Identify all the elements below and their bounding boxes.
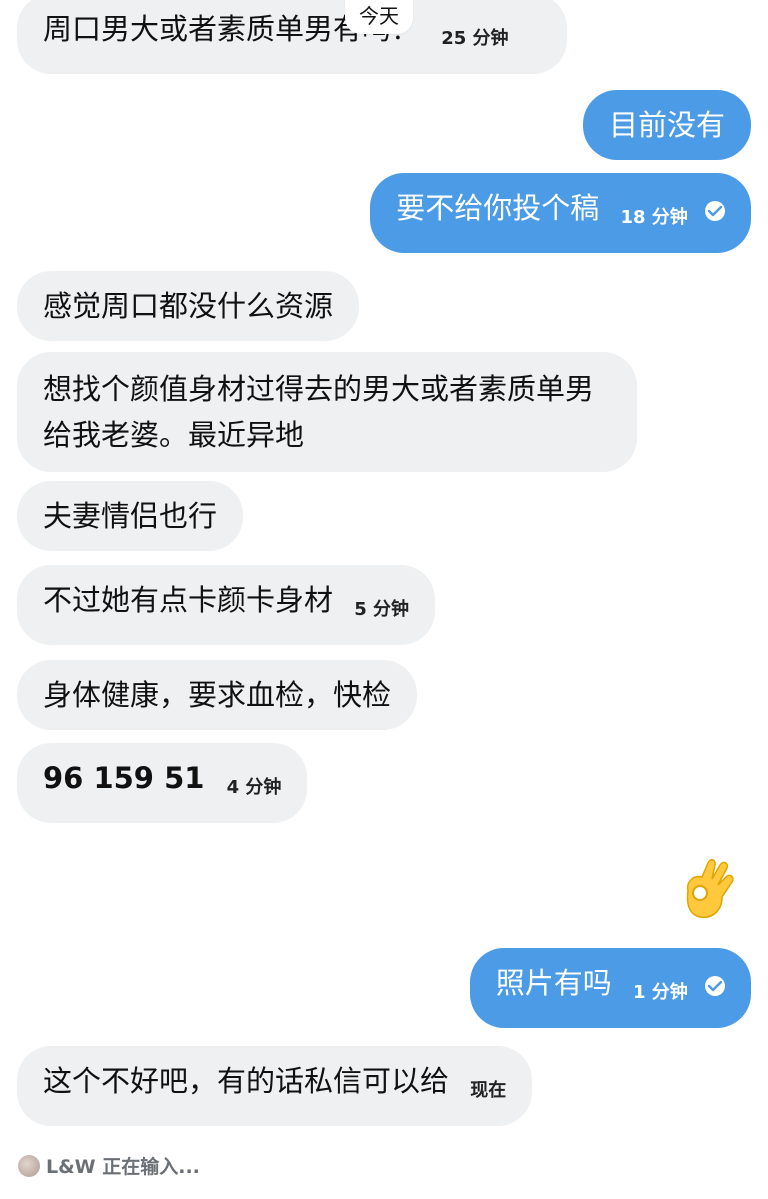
message-text: 身体健康，要求血检，快检 (43, 678, 392, 712)
message-incoming[interactable]: 身体健康，要求血检，快检 (17, 660, 418, 730)
message-text: 不过她有点卡颜卡身材 (43, 583, 334, 617)
message-time: 5 分钟 (354, 599, 410, 620)
message-text: 想找个颜值身材过得去的男大或者素质单男给我老婆。最近异地 (43, 372, 595, 452)
message-incoming[interactable]: 感觉周口都没什么资源 (17, 271, 360, 341)
date-divider: 今天 (345, 0, 413, 34)
message-text: 夫妻情侣也行 (43, 499, 218, 533)
message-outgoing[interactable]: 照片有吗 1 分钟 (469, 948, 751, 1028)
ok-hand-emoji-icon (686, 859, 734, 919)
read-check-icon (705, 201, 725, 221)
typing-indicator: L&W 正在输入... (18, 1153, 200, 1181)
message-time: 现在 (470, 1080, 507, 1101)
avatar (18, 1155, 40, 1177)
message-text: 目前没有 (608, 108, 725, 142)
message-incoming[interactable]: 96 159 51 4 分钟 (17, 743, 308, 823)
message-time: 1 分钟 (632, 982, 688, 1003)
message-time: 4 分钟 (226, 777, 282, 798)
message-text: 96 159 51 (43, 761, 205, 795)
message-incoming[interactable]: 周口男大或者素质单男有吗？ 25 分钟 (17, 0, 567, 74)
message-incoming[interactable]: 夫妻情侣也行 (17, 481, 244, 551)
message-incoming[interactable]: 这个不好吧，有的话私信可以给 现在 (17, 1046, 533, 1126)
message-outgoing[interactable]: 要不给你投个稿 18 分钟 (370, 173, 751, 253)
message-text: 要不给你投个稿 (396, 191, 600, 225)
message-text: 感觉周口都没什么资源 (43, 289, 334, 323)
read-check-icon (705, 976, 725, 996)
message-incoming[interactable]: 不过她有点卡颜卡身材 5 分钟 (17, 565, 436, 645)
message-text: 照片有吗 (495, 966, 612, 1000)
message-time: 25 分钟 (441, 28, 509, 49)
message-text: 这个不好吧，有的话私信可以给 (43, 1064, 450, 1098)
message-time: 18 分钟 (620, 207, 688, 228)
message-outgoing[interactable]: 目前没有 (582, 90, 751, 160)
message-incoming[interactable]: 想找个颜值身材过得去的男大或者素质单男给我老婆。最近异地 (17, 352, 637, 472)
typing-text: L&W 正在输入... (46, 1156, 200, 1178)
